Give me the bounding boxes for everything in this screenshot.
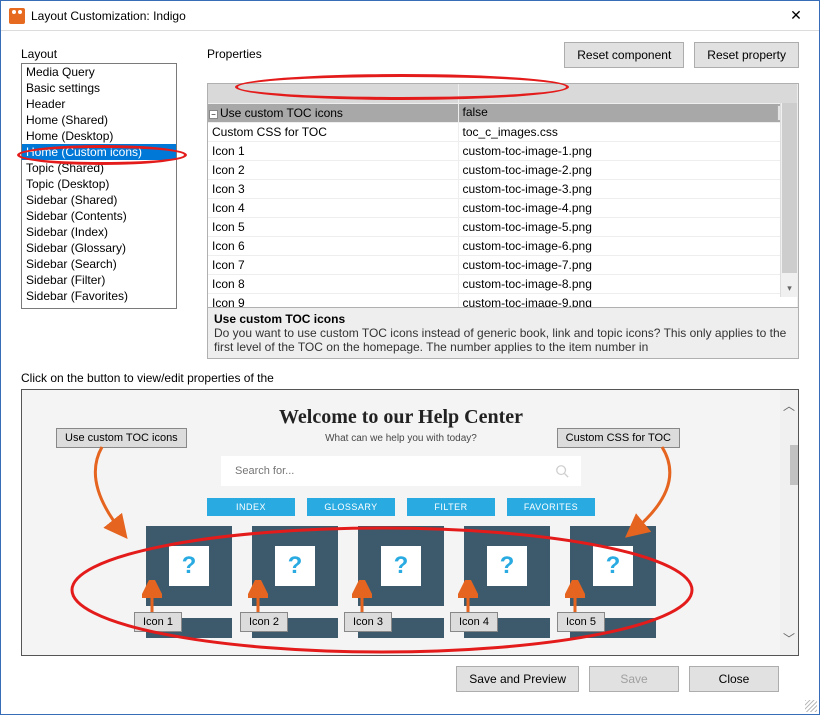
layout-item[interactable]: Home (Desktop) (22, 128, 176, 144)
grid-scrollbar[interactable]: ▾ (780, 103, 797, 297)
reset-component-button[interactable]: Reset component (564, 42, 684, 68)
property-row[interactable]: Icon 7custom-toc-image-7.png (208, 255, 798, 274)
help-center-tab[interactable]: FAVORITES (507, 498, 595, 516)
property-row[interactable]: Icon 3custom-toc-image-3.png (208, 179, 798, 198)
dialog-content: Layout Media QueryBasic settingsHeaderHo… (1, 31, 819, 714)
callout-label: Custom CSS for TOC (557, 428, 680, 448)
property-row[interactable]: Icon 5custom-toc-image-5.png (208, 217, 798, 236)
layout-item[interactable]: Sidebar (Index) (22, 224, 176, 240)
toc-tile[interactable]: ? (146, 526, 232, 606)
reset-property-button[interactable]: Reset property (694, 42, 799, 68)
layout-item[interactable]: Sidebar (Contents) (22, 208, 176, 224)
property-row[interactable]: Icon 2custom-toc-image-2.png (208, 160, 798, 179)
preview-instruction: Click on the button to view/edit propert… (21, 371, 799, 385)
close-icon[interactable]: ✕ (781, 1, 811, 31)
callout-label: Icon 1 (134, 612, 182, 632)
property-row[interactable]: Icon 8custom-toc-image-8.png (208, 274, 798, 293)
property-row[interactable]: Icon 6custom-toc-image-6.png (208, 236, 798, 255)
layout-item[interactable]: Sidebar (Shared) (22, 192, 176, 208)
collapse-toggle-icon[interactable]: − (209, 110, 218, 119)
save-and-preview-button[interactable]: Save and Preview (456, 666, 579, 692)
layout-item[interactable]: Basic settings (22, 80, 176, 96)
property-row[interactable]: Use custom TOC iconsfalse▾ (208, 103, 798, 122)
toc-tile[interactable]: ? (570, 526, 656, 606)
search-icon (555, 464, 569, 478)
help-center-tabs: INDEX GLOSSARY FILTER FAVORITES (22, 498, 780, 516)
search-box[interactable] (221, 456, 581, 486)
toc-tiles-row: ????? (22, 526, 780, 606)
help-center-preview: Welcome to our Help Center What can we h… (22, 390, 780, 655)
dialog-window: Layout Customization: Indigo ✕ Layout Me… (0, 0, 820, 715)
layout-listbox[interactable]: Media QueryBasic settingsHeaderHome (Sha… (21, 63, 177, 309)
toc-tile[interactable]: ? (358, 526, 444, 606)
chevron-down-icon[interactable]: ▾ (781, 280, 798, 297)
search-input[interactable] (233, 464, 555, 478)
window-title: Layout Customization: Indigo (31, 9, 781, 23)
question-mark-icon: ? (381, 546, 421, 586)
layout-item[interactable]: Home (Shared) (22, 112, 176, 128)
help-center-tab[interactable]: FILTER (407, 498, 495, 516)
property-row[interactable]: Custom CSS for TOCtoc_c_images.css (208, 122, 798, 141)
layout-item[interactable]: Sidebar (Filter) (22, 272, 176, 288)
resize-grip-icon[interactable] (805, 700, 817, 712)
help-center-tab[interactable]: GLOSSARY (307, 498, 395, 516)
layout-item[interactable]: Topic (Desktop) (22, 176, 176, 192)
callout-label: Use custom TOC icons (56, 428, 187, 448)
callout-label: Icon 2 (240, 612, 288, 632)
layout-item[interactable]: Media Query (22, 64, 176, 80)
question-mark-icon: ? (169, 546, 209, 586)
question-mark-icon: ? (275, 546, 315, 586)
layout-item[interactable]: Sidebar (Glossary) (22, 240, 176, 256)
property-row[interactable]: Icon 4custom-toc-image-4.png (208, 198, 798, 217)
help-center-tab[interactable]: INDEX (207, 498, 295, 516)
layout-item[interactable]: Header (22, 96, 176, 112)
dialog-footer: Save and Preview Save Close (21, 656, 799, 702)
help-center-title: Welcome to our Help Center (22, 406, 780, 429)
property-description: Use custom TOC icons Do you want to use … (208, 307, 798, 358)
property-row[interactable]: Icon 1custom-toc-image-1.png (208, 141, 798, 160)
question-mark-icon: ? (593, 546, 633, 586)
chevron-down-icon[interactable]: ﹀ (780, 629, 798, 649)
callout-label: Icon 4 (450, 612, 498, 632)
layout-item[interactable]: Sidebar (Favorites) (22, 288, 176, 304)
properties-grid[interactable]: − Use custom TOC iconsfalse▾Custom CSS f… (207, 83, 799, 359)
save-button[interactable]: Save (589, 666, 679, 692)
question-mark-icon: ? (487, 546, 527, 586)
app-icon (9, 8, 25, 24)
layout-item[interactable]: Topic (Shared) (22, 160, 176, 176)
preview-panel: Welcome to our Help Center What can we h… (21, 389, 799, 656)
layout-item[interactable]: Home (Custom icons) (22, 144, 176, 160)
toc-tile[interactable]: ? (252, 526, 338, 606)
chevron-up-icon[interactable]: ︿ (780, 396, 798, 416)
callout-label: Icon 5 (557, 612, 605, 632)
toc-tile[interactable]: ? (464, 526, 550, 606)
close-button[interactable]: Close (689, 666, 779, 692)
callout-label: Icon 3 (344, 612, 392, 632)
layout-label: Layout (21, 47, 177, 61)
preview-scrollbar[interactable]: ︿ ﹀ (780, 390, 798, 655)
property-row[interactable]: Icon 9custom-toc-image-9.png (208, 293, 798, 307)
layout-item[interactable]: Sidebar (Search) (22, 256, 176, 272)
title-bar: Layout Customization: Indigo ✕ (1, 1, 819, 31)
